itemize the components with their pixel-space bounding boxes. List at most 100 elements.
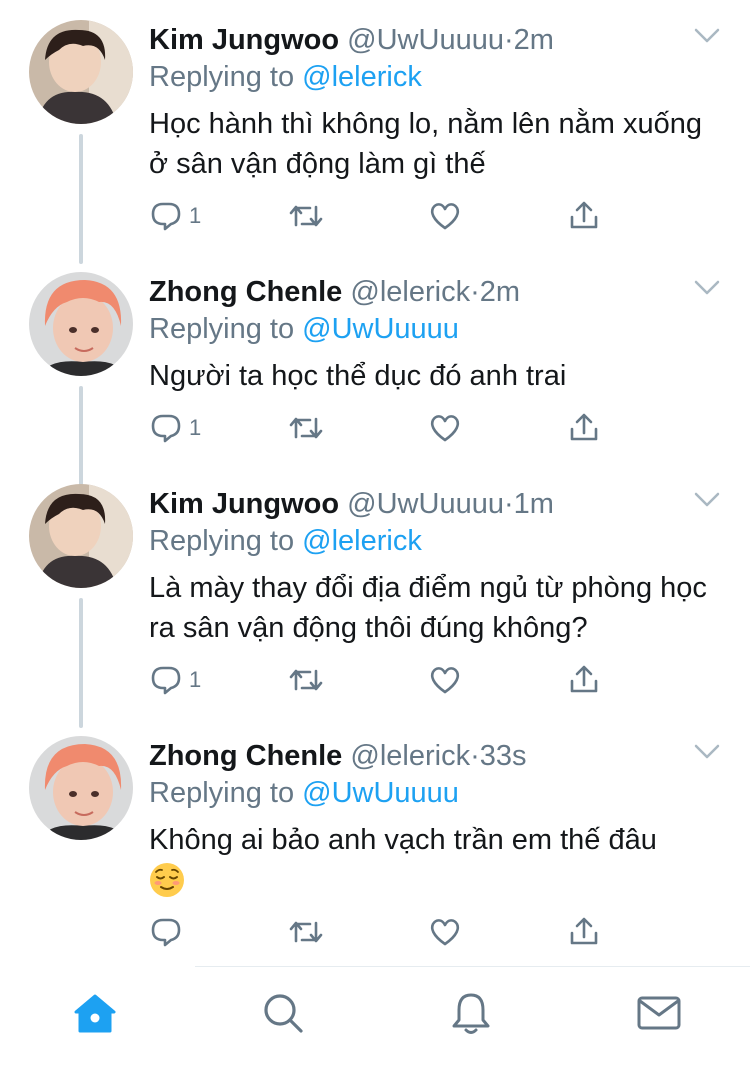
retweet-icon	[287, 665, 325, 695]
tweet-header: Kim Jungwoo @UwUuuuu·1m	[149, 486, 554, 522]
retweet-button[interactable]	[287, 196, 325, 236]
tweet-header: Zhong Chenle @lelerick·2m	[149, 274, 520, 310]
mention-link[interactable]: @UwUuuuu	[302, 777, 459, 809]
heart-icon	[428, 664, 462, 696]
avatar[interactable]	[29, 736, 133, 840]
reply-button[interactable]	[149, 912, 189, 952]
tweet-text: Người ta học thể dục đó anh trai	[149, 360, 567, 392]
share-icon	[567, 411, 601, 445]
tweet-text: Học hành thì không lo, nằm lên nằm xuống…	[149, 108, 702, 180]
display-name[interactable]: Kim Jungwoo	[149, 488, 339, 520]
timestamp[interactable]: 2m	[514, 24, 554, 56]
tweet-actions: 1	[149, 408, 609, 448]
share-icon	[567, 915, 601, 949]
tweet-header: Zhong Chenle @lelerick·33s	[149, 738, 527, 774]
retweet-icon	[287, 413, 325, 443]
user-handle[interactable]: @lelerick	[350, 276, 470, 308]
user-handle[interactable]: @lelerick	[350, 740, 470, 772]
replying-to-line: Replying to @lelerick	[149, 523, 422, 559]
thread-connector-line	[79, 134, 83, 264]
tweet[interactable]: Zhong Chenle @lelerick·33s Replying to @…	[0, 716, 750, 968]
mention-link[interactable]: @UwUuuuu	[302, 313, 459, 345]
separator-dot: ·	[503, 488, 514, 520]
share-button[interactable]	[567, 196, 601, 236]
tab-home[interactable]	[71, 991, 119, 1039]
replying-to-line: Replying to @UwUuuuu	[149, 775, 459, 811]
share-icon	[567, 199, 601, 233]
tab-messages[interactable]	[635, 991, 683, 1039]
mention-link[interactable]: @lelerick	[302, 61, 422, 93]
search-icon	[261, 991, 305, 1040]
reply-icon	[149, 412, 183, 444]
thread-connector-line	[79, 598, 83, 728]
replying-to-line: Replying to @lelerick	[149, 59, 422, 95]
replying-label: Replying to	[149, 777, 295, 809]
chevron-down-icon[interactable]	[694, 278, 720, 298]
like-button[interactable]	[428, 912, 462, 952]
reply-button[interactable]: 1	[149, 196, 201, 236]
display-name[interactable]: Zhong Chenle	[149, 276, 342, 308]
relieved-face-emoji	[149, 862, 185, 898]
replying-to-line: Replying to @UwUuuuu	[149, 311, 459, 347]
reply-icon	[149, 664, 183, 696]
separator-dot: ·	[503, 24, 514, 56]
tweet-text: Là mày thay đổi địa điểm ngủ từ phòng họ…	[149, 572, 707, 644]
tweet-header: Kim Jungwoo @UwUuuuu·2m	[149, 22, 554, 58]
retweet-icon	[287, 917, 325, 947]
share-icon	[567, 663, 601, 697]
timestamp[interactable]: 2m	[480, 276, 520, 308]
reply-button[interactable]: 1	[149, 408, 201, 448]
notifications-bell-icon	[449, 990, 493, 1041]
reply-count: 1	[189, 667, 202, 692]
tweet-actions: 1	[149, 196, 609, 236]
avatar[interactable]	[29, 484, 133, 588]
avatar[interactable]	[29, 272, 133, 376]
timestamp[interactable]: 33s	[480, 740, 527, 772]
like-button[interactable]	[428, 660, 462, 700]
chevron-down-icon[interactable]	[694, 742, 720, 762]
tweet-actions	[149, 912, 609, 952]
bottom-tab-bar	[0, 967, 750, 1066]
heart-icon	[428, 916, 462, 948]
share-button[interactable]	[567, 408, 601, 448]
messages-envelope-icon	[636, 994, 682, 1037]
chevron-down-icon[interactable]	[694, 490, 720, 510]
tweet-thread: Kim Jungwoo @UwUuuuu·2m Replying to @lel…	[0, 0, 750, 966]
share-button[interactable]	[567, 912, 601, 952]
reply-count: 1	[189, 415, 202, 440]
tweet[interactable]: Kim Jungwoo @UwUuuuu·2m Replying to @lel…	[0, 0, 750, 264]
tweet[interactable]: Kim Jungwoo @UwUuuuu·1m Replying to @lel…	[0, 464, 750, 728]
replying-label: Replying to	[149, 525, 295, 557]
separator-dot: ·	[470, 276, 480, 308]
heart-icon	[428, 200, 462, 232]
like-button[interactable]	[428, 196, 462, 236]
separator-dot: ·	[470, 740, 480, 772]
reply-icon	[149, 916, 183, 948]
retweet-button[interactable]	[287, 660, 325, 700]
replying-label: Replying to	[149, 313, 295, 345]
replying-label: Replying to	[149, 61, 295, 93]
reply-button[interactable]: 1	[149, 660, 201, 700]
retweet-button[interactable]	[287, 912, 325, 952]
tab-notifications[interactable]	[447, 991, 495, 1039]
tweet-actions: 1	[149, 660, 609, 700]
chevron-down-icon[interactable]	[694, 26, 720, 46]
reply-icon	[149, 200, 183, 232]
tweet-text-content: Không ai bảo anh vạch trần em thế đâu	[149, 824, 657, 856]
display-name[interactable]: Zhong Chenle	[149, 740, 342, 772]
home-icon	[72, 992, 118, 1039]
heart-icon	[428, 412, 462, 444]
timestamp[interactable]: 1m	[514, 488, 554, 520]
retweet-button[interactable]	[287, 408, 325, 448]
user-handle[interactable]: @UwUuuuu	[347, 24, 504, 56]
mention-link[interactable]: @lelerick	[302, 525, 422, 557]
display-name[interactable]: Kim Jungwoo	[149, 24, 339, 56]
tweet-text: Không ai bảo anh vạch trần em thế đâu	[149, 820, 719, 898]
retweet-icon	[287, 201, 325, 231]
tab-search[interactable]	[259, 991, 307, 1039]
user-handle[interactable]: @UwUuuuu	[347, 488, 504, 520]
share-button[interactable]	[567, 660, 601, 700]
avatar[interactable]	[29, 20, 133, 124]
reply-count: 1	[189, 203, 202, 228]
like-button[interactable]	[428, 408, 462, 448]
